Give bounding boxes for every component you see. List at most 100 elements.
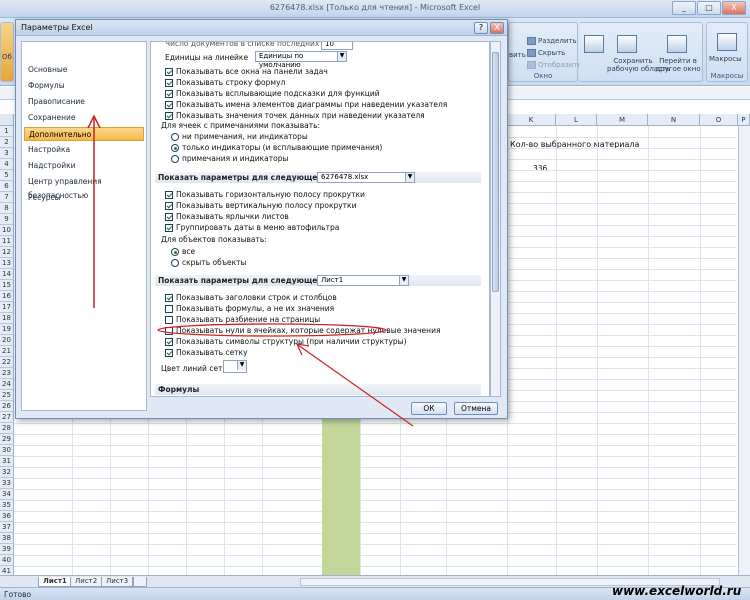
row-header[interactable]: 29 xyxy=(0,434,14,445)
row-header[interactable]: 9 xyxy=(0,214,14,225)
row-header[interactable]: 26 xyxy=(0,401,14,412)
checkbox[interactable] xyxy=(165,213,173,221)
row-header[interactable]: 27 xyxy=(0,412,14,423)
row-header[interactable]: 24 xyxy=(0,379,14,390)
split-button[interactable]: Разделить xyxy=(527,37,577,45)
radio-button[interactable] xyxy=(171,155,179,163)
row-header[interactable]: 13 xyxy=(0,258,14,269)
chevron-down-icon[interactable]: ▼ xyxy=(405,173,414,182)
row-header[interactable]: 1 xyxy=(0,126,14,137)
checkbox[interactable] xyxy=(165,327,173,335)
row-header[interactable]: 16 xyxy=(0,291,14,302)
checkbox[interactable] xyxy=(165,68,173,76)
cell-k2-value[interactable]: 336 xyxy=(533,164,547,173)
views-fragment[interactable]: вить xyxy=(509,51,526,59)
row-header[interactable]: 33 xyxy=(0,478,14,489)
nav-item[interactable]: Основные xyxy=(24,63,144,77)
switch-windows-button[interactable]: Перейти в другое окно xyxy=(655,57,701,73)
row-header[interactable]: 12 xyxy=(0,247,14,258)
row-header[interactable]: 32 xyxy=(0,467,14,478)
checkbox[interactable] xyxy=(165,191,173,199)
radio-button[interactable] xyxy=(171,259,179,267)
nav-item[interactable]: Надстройки xyxy=(24,159,144,173)
row-header[interactable]: 15 xyxy=(0,280,14,291)
row-header[interactable]: 22 xyxy=(0,357,14,368)
row-header[interactable]: 35 xyxy=(0,500,14,511)
close-window-button[interactable]: X xyxy=(722,1,746,15)
radio-button[interactable] xyxy=(171,248,179,256)
sheet-select[interactable]: Лист1 ▼ xyxy=(317,275,409,286)
checkbox[interactable] xyxy=(165,112,173,120)
row-header[interactable]: 18 xyxy=(0,313,14,324)
ribbon-left-fragment[interactable]: Об xyxy=(0,22,14,82)
row-header[interactable]: 8 xyxy=(0,203,14,214)
cancel-button[interactable]: Отмена xyxy=(454,402,498,415)
checkbox[interactable] xyxy=(165,305,173,313)
hide-button[interactable]: Скрыть xyxy=(527,49,565,57)
new-sheet-tab-icon[interactable] xyxy=(133,577,147,587)
dialog-close-button[interactable]: X xyxy=(490,22,504,34)
show-button[interactable]: Отобразить xyxy=(527,61,581,69)
checkbox[interactable] xyxy=(165,224,173,232)
macros-button[interactable]: Макросы xyxy=(709,55,742,63)
row-header[interactable]: 10 xyxy=(0,225,14,236)
ok-button[interactable]: ОК xyxy=(411,402,447,415)
sheet-tab-1[interactable]: Лист1 xyxy=(38,577,72,587)
column-header[interactable]: P xyxy=(738,114,750,126)
checkbox[interactable] xyxy=(165,79,173,87)
row-header[interactable]: 36 xyxy=(0,511,14,522)
nav-item[interactable]: Дополнительно xyxy=(24,127,144,141)
row-header[interactable]: 38 xyxy=(0,533,14,544)
checkbox[interactable] xyxy=(165,202,173,210)
minimize-button[interactable]: _ xyxy=(672,1,696,15)
row-header[interactable]: 3 xyxy=(0,148,14,159)
row-header[interactable]: 25 xyxy=(0,390,14,401)
radio-button[interactable] xyxy=(171,144,179,152)
chevron-down-icon[interactable]: ▼ xyxy=(399,276,408,285)
row-header[interactable]: 28 xyxy=(0,423,14,434)
row-header[interactable]: 17 xyxy=(0,302,14,313)
checkbox[interactable] xyxy=(165,294,173,302)
row-header[interactable]: 37 xyxy=(0,522,14,533)
row-header[interactable]: 4 xyxy=(0,159,14,170)
row-header[interactable]: 6 xyxy=(0,181,14,192)
column-header[interactable]: O xyxy=(700,114,738,126)
sheet-tab-2[interactable]: Лист2 xyxy=(70,577,103,587)
recent-files-count[interactable]: 10 xyxy=(321,42,353,50)
grid-vertical-scrollbar[interactable] xyxy=(738,126,750,575)
chevron-down-icon[interactable]: ▼ xyxy=(337,52,346,61)
options-scrollbar[interactable] xyxy=(490,41,501,397)
column-header[interactable]: L xyxy=(556,114,597,126)
scrollbar-thumb[interactable] xyxy=(492,52,499,292)
row-header[interactable]: 31 xyxy=(0,456,14,467)
column-header[interactable]: K xyxy=(507,114,556,126)
help-button[interactable]: ? xyxy=(474,22,488,34)
column-header[interactable]: M xyxy=(597,114,648,126)
row-header[interactable]: 23 xyxy=(0,368,14,379)
sheet-tab-3[interactable]: Лист3 xyxy=(101,577,134,587)
nav-item[interactable]: Центр управления безопасностью xyxy=(24,175,144,200)
row-header[interactable]: 30 xyxy=(0,445,14,456)
column-header[interactable]: N xyxy=(648,114,700,126)
nav-item[interactable]: Сохранение xyxy=(24,111,144,125)
save-workspace-button[interactable]: Сохранить рабочую область xyxy=(607,57,670,73)
checkbox[interactable] xyxy=(165,349,173,357)
checkbox[interactable] xyxy=(165,338,173,346)
checkbox[interactable] xyxy=(165,90,173,98)
nav-item[interactable]: Настройка xyxy=(24,143,144,157)
row-header[interactable]: 14 xyxy=(0,269,14,280)
maximize-button[interactable]: □ xyxy=(697,1,721,15)
ruler-units-select[interactable]: Единицы по умолчанию ▼ xyxy=(255,51,347,69)
row-header[interactable]: 34 xyxy=(0,489,14,500)
grid-color-button[interactable]: ▼ xyxy=(223,360,247,373)
row-header[interactable]: 19 xyxy=(0,324,14,335)
checkbox[interactable] xyxy=(165,316,173,324)
row-header[interactable]: 40 xyxy=(0,555,14,566)
checkbox[interactable] xyxy=(165,101,173,109)
row-header[interactable]: 5 xyxy=(0,170,14,181)
radio-button[interactable] xyxy=(171,133,179,141)
row-header[interactable]: 11 xyxy=(0,236,14,247)
row-header[interactable]: 2 xyxy=(0,137,14,148)
nav-item[interactable]: Правописание xyxy=(24,95,144,109)
row-header[interactable]: 20 xyxy=(0,335,14,346)
